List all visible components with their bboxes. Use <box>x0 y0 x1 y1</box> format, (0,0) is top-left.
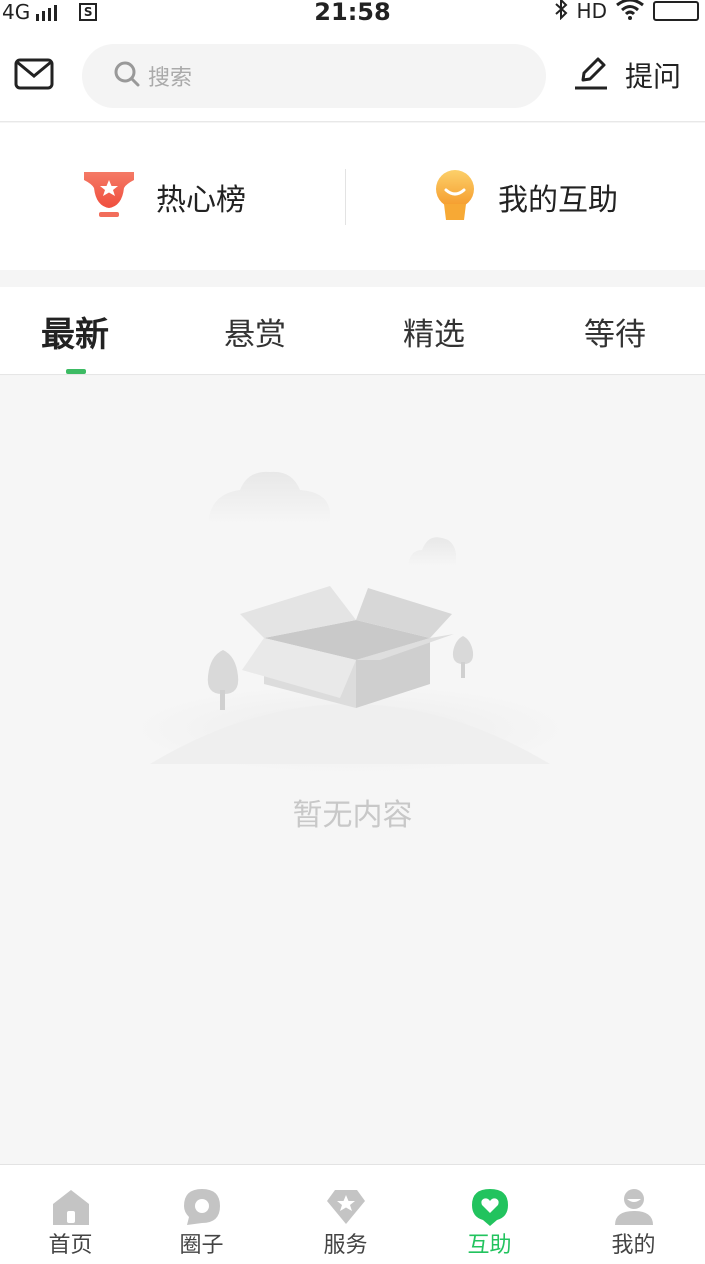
nav-mine-label: 我的 <box>611 1233 656 1258</box>
quick-link-my-help[interactable]: 我的互助 <box>432 123 618 270</box>
nav-home[interactable]: 首页 <box>0 1165 141 1264</box>
nav-service[interactable]: 服务 <box>275 1165 416 1264</box>
nav-circle[interactable]: 圈子 <box>131 1165 272 1264</box>
edit-icon <box>573 54 609 96</box>
bluetooth-icon <box>553 0 569 25</box>
tab-bar: 最新 悬赏 精选 等待 <box>0 287 705 375</box>
trophy-icon <box>82 170 136 224</box>
search-placeholder: 搜索 <box>148 66 193 91</box>
diamond-star-icon <box>325 1187 367 1227</box>
quick-links: 热心榜 我的互助 <box>0 123 705 270</box>
top-header: 搜索 提问 <box>0 26 705 122</box>
heart-bubble-icon <box>469 1187 511 1227</box>
empty-message: 暂无内容 <box>292 798 413 833</box>
status-bar: 4G S 21:58 HD <box>0 0 705 26</box>
nav-mine[interactable]: 我的 <box>563 1165 704 1264</box>
quick-link-hot-list[interactable]: 热心榜 <box>82 123 246 270</box>
user-icon <box>613 1187 655 1227</box>
wifi-icon <box>615 0 645 25</box>
search-icon <box>112 59 142 93</box>
tab-featured[interactable]: 精选 <box>403 309 465 354</box>
battery-icon <box>653 1 699 21</box>
empty-box-illustration <box>130 464 570 778</box>
status-right: HD <box>553 0 699 25</box>
nav-circle-label: 圈子 <box>179 1233 224 1258</box>
hd-badge: HD <box>576 0 607 23</box>
home-icon <box>50 1187 92 1227</box>
mail-icon[interactable] <box>14 58 54 94</box>
hot-list-label: 热心榜 <box>156 182 246 218</box>
my-help-label: 我的互助 <box>498 182 618 218</box>
content-area: 暂无内容 <box>0 376 705 1164</box>
nav-mutual-help[interactable]: 互助 <box>419 1165 560 1264</box>
tab-waiting[interactable]: 等待 <box>584 309 646 354</box>
tab-bounty[interactable]: 悬赏 <box>224 309 286 354</box>
search-bar[interactable]: 搜索 <box>82 44 546 108</box>
ask-label: 提问 <box>624 60 681 93</box>
nav-home-label: 首页 <box>48 1233 93 1258</box>
quick-divider <box>345 169 346 225</box>
bottom-nav: 首页 圈子 服务 互助 我的 <box>0 1164 705 1264</box>
nav-mutual-help-label: 互助 <box>467 1233 512 1258</box>
nav-service-label: 服务 <box>323 1233 368 1258</box>
smile-badge-icon <box>432 168 478 226</box>
circle-chat-icon <box>181 1187 223 1227</box>
tab-latest[interactable]: 最新 <box>41 307 109 356</box>
tab-indicator <box>66 369 86 374</box>
ask-button[interactable]: 提问 <box>573 54 681 96</box>
